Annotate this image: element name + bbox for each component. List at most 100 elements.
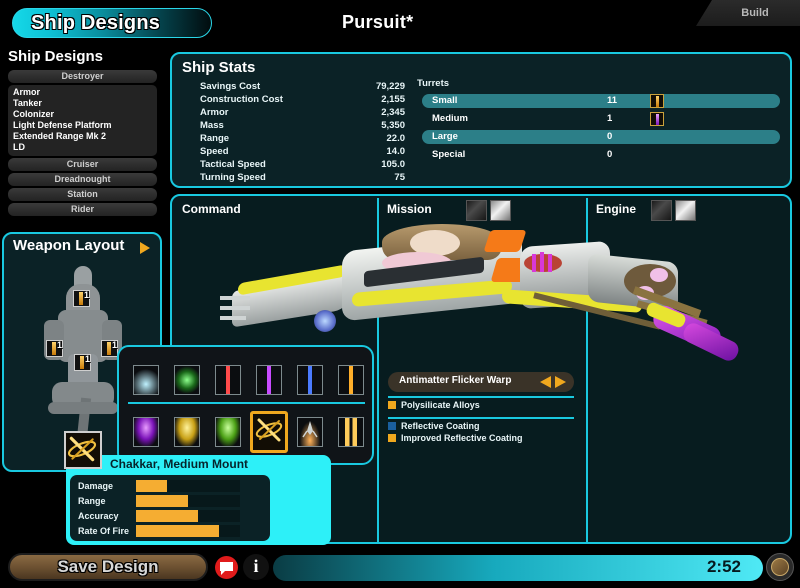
sidebar-category-dreadnought[interactable]: Dreadnought <box>8 173 157 186</box>
weapon-cell-white-pulse[interactable] <box>133 365 159 395</box>
turret-icon-box[interactable] <box>650 94 664 108</box>
ship-designs-sidebar: Ship Designs Destroyer Armor Tanker Colo… <box>0 44 165 234</box>
stat-value: 75 <box>394 172 405 183</box>
feature-label: Polysilicate Alloys <box>401 400 480 410</box>
chat-bubble-icon[interactable] <box>215 556 238 579</box>
turret-row-medium[interactable]: Medium 1 <box>422 112 780 126</box>
turret-icon-box[interactable] <box>650 112 664 126</box>
section-label-engine: Engine <box>596 202 636 216</box>
stat-label: Savings Cost <box>200 81 260 92</box>
sidebar-category-rider[interactable]: Rider <box>8 203 157 216</box>
bar-track <box>136 525 240 537</box>
weapon-cell-green-torpedo[interactable] <box>215 417 241 447</box>
weapon-cell-orange-beam[interactable] <box>338 365 364 395</box>
timer-value: 2:52 <box>707 557 741 577</box>
stat-armor: Armor 2,345 <box>200 107 405 118</box>
section-label-command: Command <box>182 202 241 216</box>
status-swatch <box>388 434 396 442</box>
weapon-cell-missile[interactable] <box>297 417 323 447</box>
stat-value: 105.0 <box>381 159 405 170</box>
sidebar-heading: Ship Designs <box>0 44 165 68</box>
stat-turning-speed: Turning Speed 75 <box>200 172 405 183</box>
bar-track <box>136 510 240 522</box>
weapon-cell-purple-beam[interactable] <box>256 365 282 395</box>
weapon-picker-popup[interactable] <box>117 345 374 465</box>
dial-knob-icon[interactable] <box>766 553 794 581</box>
picker-divider <box>128 402 365 404</box>
list-item-colonizer[interactable]: Colonizer <box>13 109 157 120</box>
info-icon[interactable] <box>243 554 269 580</box>
left-arrow-icon[interactable] <box>540 376 551 388</box>
tooltip-stat-rate-of-fire: Rate Of Fire <box>78 525 266 538</box>
stat-value: 5,350 <box>381 120 405 131</box>
turret-row-small[interactable]: Small 11 <box>422 94 780 108</box>
weapon-cell-yellow-torpedo[interactable] <box>174 417 200 447</box>
weapon-mount-slot[interactable]: 1 <box>101 340 118 357</box>
top-header-bar: Ship Designs Pursuit* Build <box>0 0 800 44</box>
chakkar-weapon-icon <box>254 415 284 445</box>
feature-label: Improved Reflective Coating <box>401 433 523 443</box>
turret-name: Large <box>432 131 458 142</box>
orange-beam-icon <box>80 356 84 369</box>
list-item-extended-range-mk-2[interactable]: Extended Range Mk 2 <box>13 131 157 142</box>
component-cycle-arrows[interactable] <box>540 376 566 388</box>
component-title-bar[interactable]: Antimatter Flicker Warp <box>388 372 574 392</box>
sidebar-category-station[interactable]: Station <box>8 188 157 201</box>
bar-label: Damage <box>78 481 113 491</box>
sidebar-category-cruiser[interactable]: Cruiser <box>8 158 157 171</box>
stat-label: Construction Cost <box>200 94 283 105</box>
turret-row-special[interactable]: Special 0 <box>422 148 780 162</box>
weapon-cell-blue-beam[interactable] <box>297 365 323 395</box>
weapon-layout-header: Weapon Layout <box>4 234 160 258</box>
turret-name: Special <box>432 149 465 160</box>
purple-beam-icon <box>656 114 659 125</box>
save-design-button[interactable]: Save Design <box>8 553 208 581</box>
stat-value: 22.0 <box>387 133 406 144</box>
weapon-mount-slot[interactable]: 1 <box>74 354 91 371</box>
stat-speed: Speed 14.0 <box>200 146 405 157</box>
weapon-cell-chakkar-selected[interactable] <box>250 411 288 453</box>
ship-stats-heading: Ship Stats <box>172 54 790 77</box>
build-tab[interactable]: Build <box>696 0 800 26</box>
save-design-label: Save Design <box>10 555 206 579</box>
orange-beam-icon <box>656 96 659 107</box>
weapon-cell-gold-bolt[interactable] <box>338 417 364 447</box>
divider <box>388 417 574 419</box>
armor-plate-icon[interactable] <box>651 200 672 221</box>
tooltip-weapon-name: Chakkar, Medium Mount <box>110 457 248 471</box>
armor-plate-icon[interactable] <box>466 200 487 221</box>
weapon-layout-title: Weapon Layout <box>13 237 124 254</box>
page-title-pill: Ship Designs <box>12 8 212 38</box>
orange-beam-icon <box>52 342 56 355</box>
missile-icon <box>300 419 320 445</box>
turret-row-large[interactable]: Large 0 <box>422 130 780 144</box>
list-item-armor[interactable]: Armor <box>13 87 157 98</box>
status-swatch <box>388 401 396 409</box>
stat-label: Tactical Speed <box>200 159 266 170</box>
section-label-mission: Mission <box>387 202 432 216</box>
stat-value: 2,155 <box>381 94 405 105</box>
weapon-cell-green-orb[interactable] <box>174 365 200 395</box>
sidebar-category-destroyer[interactable]: Destroyer <box>8 70 157 83</box>
bar-label: Accuracy <box>78 511 119 521</box>
stat-label: Speed <box>200 146 229 157</box>
list-item-ld[interactable]: LD <box>13 142 157 153</box>
turret-count: 11 <box>607 95 617 106</box>
bar-fill <box>136 480 167 492</box>
stat-tactical-speed: Tactical Speed 105.0 <box>200 159 405 170</box>
list-item-light-defense-platform[interactable]: Light Defense Platform <box>13 120 157 131</box>
right-arrow-icon[interactable] <box>555 376 566 388</box>
stat-label: Armor <box>200 107 229 118</box>
turret-count: 0 <box>607 131 612 142</box>
bar-label: Range <box>78 496 106 506</box>
list-item-tanker[interactable]: Tanker <box>13 98 157 109</box>
weapon-mount-slot[interactable]: 1 <box>73 290 90 307</box>
reflective-coating-icon[interactable] <box>675 200 696 221</box>
current-design-name: Pursuit* <box>342 12 413 33</box>
play-arrow-icon[interactable] <box>140 242 150 254</box>
reflective-coating-icon[interactable] <box>490 200 511 221</box>
weapon-cell-purple-torpedo[interactable] <box>133 417 159 447</box>
weapon-mount-slot[interactable]: 1 <box>46 340 63 357</box>
weapon-cell-red-beam[interactable] <box>215 365 241 395</box>
status-swatch <box>388 422 396 430</box>
